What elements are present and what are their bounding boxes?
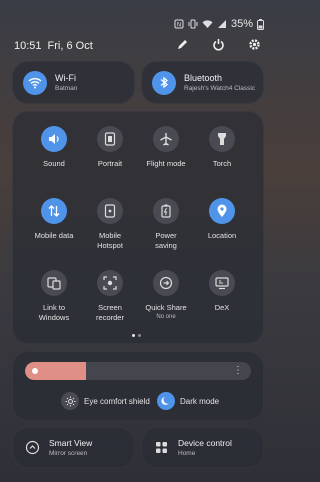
clock: 10:51 <box>14 40 42 52</box>
smart-view-icon <box>23 439 41 457</box>
hotspot-icon <box>97 198 123 224</box>
device-control-button[interactable]: Device control Home <box>141 427 264 468</box>
tile-dex[interactable]: DeX <box>191 270 253 313</box>
battery-saver-icon <box>153 198 179 224</box>
status-bar: N 35% <box>174 18 264 30</box>
tile-label: Screen recorder <box>96 303 124 322</box>
tile-label: Portrait <box>97 159 123 168</box>
tile-torch[interactable]: Torch <box>191 126 253 169</box>
brightness-slider[interactable]: ⋮ <box>25 362 251 380</box>
page-dot-active[interactable] <box>132 334 135 337</box>
tile-quick-share[interactable]: Quick Share No one <box>135 270 197 320</box>
tile-mobile-data[interactable]: Mobile data <box>23 198 85 241</box>
nfc-icon: N <box>174 19 184 29</box>
bluetooth-icon <box>152 70 176 95</box>
quick-settings-grid: Sound Portrait Flight mode Torch Mobile … <box>12 111 264 344</box>
eye-comfort-icon <box>61 392 79 410</box>
signal-icon <box>217 19 227 29</box>
page-dot[interactable] <box>138 334 141 337</box>
tile-sublabel: No one <box>156 314 176 320</box>
bluetooth-toggle[interactable]: Bluetooth Rajesh's Watch4 Classic <box>141 61 264 104</box>
power-icon[interactable] <box>210 36 226 52</box>
tile-label: Quick Share <box>145 303 187 312</box>
edit-icon[interactable] <box>174 36 190 52</box>
tile-portrait[interactable]: Portrait <box>79 126 141 169</box>
eye-comfort-toggle[interactable]: Eye comfort shield <box>61 392 150 410</box>
battery-icon <box>257 18 264 30</box>
tile-label: Power saving <box>155 231 177 250</box>
torch-icon <box>209 126 235 152</box>
tile-sound[interactable]: Sound <box>23 126 85 169</box>
page-indicator <box>132 334 141 337</box>
link-windows-icon <box>41 270 67 296</box>
device-control-subtitle: Home <box>178 450 196 457</box>
date: Fri, 6 Oct <box>47 40 93 52</box>
moon-icon <box>157 392 175 410</box>
smart-view-title: Smart View <box>49 438 93 448</box>
device-control-title: Device control <box>178 438 232 448</box>
eye-comfort-label: Eye comfort shield <box>84 396 150 406</box>
tile-label: Location <box>207 231 237 240</box>
location-icon <box>209 198 235 224</box>
sound-icon <box>41 126 67 152</box>
tile-label: Mobile Hotspot <box>97 231 123 250</box>
tile-screen-recorder[interactable]: Screen recorder <box>79 270 141 323</box>
tile-link-to-windows[interactable]: Link to Windows <box>23 270 85 323</box>
header-actions <box>174 36 262 52</box>
smart-view-subtitle: Mirror screen <box>49 450 88 457</box>
dex-icon <box>209 270 235 296</box>
dark-mode-toggle[interactable]: Dark mode <box>157 392 219 410</box>
header-datetime: 10:51 Fri, 6 Oct <box>14 40 93 52</box>
tile-label: Sound <box>43 159 65 168</box>
tile-label: Mobile data <box>34 231 74 240</box>
wifi-icon <box>23 70 47 95</box>
svg-text:N: N <box>177 23 181 29</box>
brightness-panel: ⋮ Eye comfort shield Dark mode <box>12 351 264 421</box>
device-control-icon <box>152 439 170 457</box>
tile-location[interactable]: Location <box>191 198 253 241</box>
tile-power-saving[interactable]: Power saving <box>135 198 197 251</box>
battery-percent: 35% <box>230 18 253 30</box>
screen-recorder-icon <box>97 270 123 296</box>
settings-icon[interactable] <box>246 36 262 52</box>
tile-label: Link to Windows <box>38 303 70 322</box>
airplane-icon <box>153 126 179 152</box>
tile-flight-mode[interactable]: Flight mode <box>135 126 197 169</box>
wifi-network: Batman <box>55 85 78 92</box>
tile-label: Flight mode <box>146 159 186 168</box>
vibrate-icon <box>188 19 198 29</box>
wifi-title: Wi-Fi <box>55 73 76 83</box>
tile-label: DeX <box>214 303 230 312</box>
bluetooth-device: Rajesh's Watch4 Classic <box>184 85 256 92</box>
wifi-icon <box>202 19 213 29</box>
tile-mobile-hotspot[interactable]: Mobile Hotspot <box>79 198 141 251</box>
portrait-icon <box>97 126 123 152</box>
tile-label: Torch <box>212 159 232 168</box>
mobile-data-icon <box>41 198 67 224</box>
bluetooth-title: Bluetooth <box>184 73 223 83</box>
more-options-icon[interactable]: ⋮ <box>233 365 243 376</box>
wifi-toggle[interactable]: Wi-Fi Batman <box>12 61 135 104</box>
dark-mode-label: Dark mode <box>180 396 220 406</box>
quick-share-icon <box>153 270 179 296</box>
brightness-sun-icon <box>32 368 38 374</box>
smart-view-button[interactable]: Smart View Mirror screen <box>12 427 135 468</box>
